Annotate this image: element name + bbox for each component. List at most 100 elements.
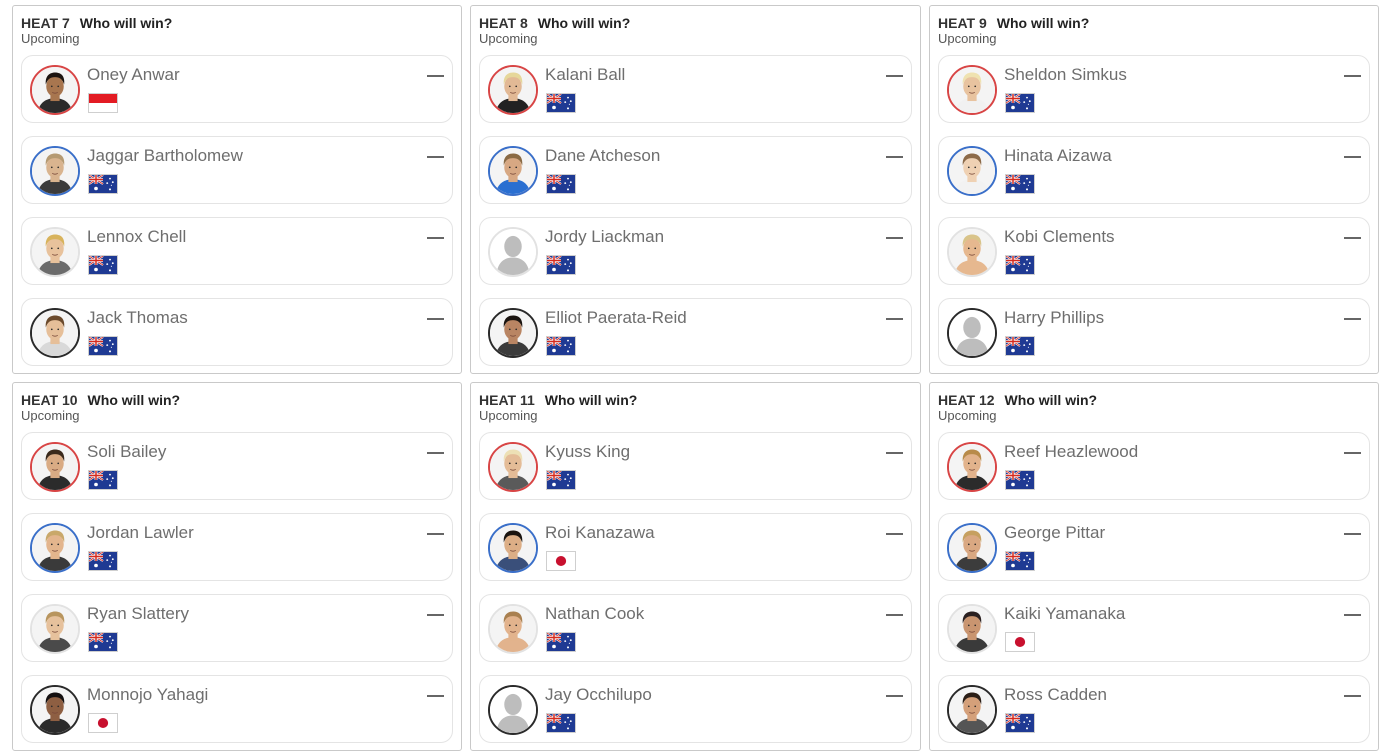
surfer-avatar [488, 604, 538, 654]
surfer-pick-option[interactable]: Jay Occhilupo [479, 675, 912, 743]
surfer-name: Nathan Cook [545, 604, 645, 623]
surfer-pick-option[interactable]: Dane Atcheson [479, 136, 912, 204]
surfer-avatar [947, 523, 997, 573]
heat-question: Who will win? [537, 15, 631, 31]
surfer-avatar [30, 442, 80, 492]
surfer-name: Monnojo Yahagi [87, 685, 209, 704]
heat-status: Upcoming [21, 31, 80, 46]
heat-card: HEAT 7 Who will win? Upcoming Oney Anwar Jag… [12, 5, 462, 374]
australia-flag-icon [546, 632, 576, 652]
em-dash-icon [427, 695, 444, 697]
surfer-pick-option[interactable]: Jordy Liackman [479, 217, 912, 285]
australia-flag-icon [88, 470, 118, 490]
surfer-pick-option[interactable]: George Pittar [938, 513, 1370, 581]
heat-card: HEAT 8 Who will win? Upcoming Kalani Ball Da… [470, 5, 921, 374]
em-dash-icon [886, 614, 903, 616]
surfer-pick-option[interactable]: Elliot Paerata-Reid [479, 298, 912, 366]
surfer-pick-option[interactable]: Kyuss King [479, 432, 912, 500]
heat-card: HEAT 10 Who will win? Upcoming Soli Bailey J… [12, 382, 462, 751]
japan-flag-icon [88, 713, 118, 733]
heat-question: Who will win? [87, 392, 181, 408]
em-dash-icon [1344, 156, 1361, 158]
heat-header: HEAT 12 Who will win? Upcoming [938, 392, 1370, 432]
heat-title-line: HEAT 10 Who will win? [21, 392, 453, 408]
heat-question: Who will win? [79, 15, 173, 31]
japan-flag-icon [1005, 632, 1035, 652]
heat-card: HEAT 9 Who will win? Upcoming Sheldon Simku… [929, 5, 1379, 374]
em-dash-icon [427, 318, 444, 320]
heat-title: HEAT 7 [21, 15, 70, 31]
surfer-pick-option[interactable]: Ryan Slattery [21, 594, 453, 662]
surfer-avatar [488, 146, 538, 196]
surfer-avatar [947, 146, 997, 196]
heat-status: Upcoming [938, 31, 997, 46]
em-dash-icon [427, 237, 444, 239]
surfer-pick-option[interactable]: Nathan Cook [479, 594, 912, 662]
em-dash-icon [886, 237, 903, 239]
australia-flag-icon [88, 336, 118, 356]
surfer-pick-option[interactable]: Sheldon Simkus [938, 55, 1370, 123]
surfer-avatar [947, 685, 997, 735]
australia-flag-icon [546, 174, 576, 194]
surfer-pick-option[interactable]: Reef Heazlewood [938, 432, 1370, 500]
surfer-name: Jack Thomas [87, 308, 188, 327]
surfer-pick-option[interactable]: Soli Bailey [21, 432, 453, 500]
surfer-pick-option[interactable]: Hinata Aizawa [938, 136, 1370, 204]
surfer-avatar [30, 685, 80, 735]
em-dash-icon [427, 614, 444, 616]
australia-flag-icon [88, 174, 118, 194]
heat-header: HEAT 10 Who will win? Upcoming [21, 392, 453, 432]
em-dash-icon [1344, 318, 1361, 320]
heat-title: HEAT 11 [479, 392, 535, 408]
heat-header: HEAT 8 Who will win? Upcoming [479, 15, 912, 55]
surfer-pick-option[interactable]: Kobi Clements [938, 217, 1370, 285]
surfer-pick-option[interactable]: Oney Anwar [21, 55, 453, 123]
surfer-pick-option[interactable]: Lennox Chell [21, 217, 453, 285]
australia-flag-icon [1005, 174, 1035, 194]
em-dash-icon [886, 318, 903, 320]
heat-title-line: HEAT 11 Who will win? [479, 392, 912, 408]
surfer-avatar [488, 523, 538, 573]
heat-title-line: HEAT 9 Who will win? [938, 15, 1370, 31]
surfer-pick-option[interactable]: Jordan Lawler [21, 513, 453, 581]
em-dash-icon [1344, 237, 1361, 239]
heat-status: Upcoming [479, 31, 538, 46]
australia-flag-icon [88, 632, 118, 652]
surfer-name: Elliot Paerata-Reid [545, 308, 687, 327]
surfer-pick-option[interactable]: Roi Kanazawa [479, 513, 912, 581]
surfer-name: Kobi Clements [1004, 227, 1115, 246]
australia-flag-icon [88, 551, 118, 571]
surfer-avatar [488, 65, 538, 115]
surfer-name: Dane Atcheson [545, 146, 661, 165]
surfer-pick-option[interactable]: Harry Phillips [938, 298, 1370, 366]
surfer-name: Sheldon Simkus [1004, 65, 1127, 84]
heat-status: Upcoming [479, 408, 538, 423]
surfer-pick-option[interactable]: Kaiki Yamanaka [938, 594, 1370, 662]
em-dash-icon [886, 533, 903, 535]
em-dash-icon [427, 156, 444, 158]
surfer-name: George Pittar [1004, 523, 1106, 542]
australia-flag-icon [1005, 336, 1035, 356]
surfer-name: Kalani Ball [545, 65, 626, 84]
australia-flag-icon [546, 336, 576, 356]
surfer-pick-option[interactable]: Monnojo Yahagi [21, 675, 453, 743]
surfer-pick-option[interactable]: Kalani Ball [479, 55, 912, 123]
surfer-name: Roi Kanazawa [545, 523, 655, 542]
heat-card: HEAT 11 Who will win? Upcoming Kyuss King Ro… [470, 382, 921, 751]
australia-flag-icon [546, 93, 576, 113]
surfer-pick-option[interactable]: Jack Thomas [21, 298, 453, 366]
surfer-name: Jaggar Bartholomew [87, 146, 243, 165]
em-dash-icon [886, 452, 903, 454]
surfer-name: Jordy Liackman [545, 227, 665, 246]
em-dash-icon [886, 695, 903, 697]
em-dash-icon [1344, 452, 1361, 454]
surfer-avatar [30, 65, 80, 115]
heat-question: Who will win? [996, 15, 1090, 31]
surfer-pick-option[interactable]: Jaggar Bartholomew [21, 136, 453, 204]
placeholder-avatar-icon [488, 685, 538, 735]
em-dash-icon [886, 75, 903, 77]
surfer-avatar [30, 227, 80, 277]
surfer-pick-option[interactable]: Ross Cadden [938, 675, 1370, 743]
em-dash-icon [427, 75, 444, 77]
surfer-name: Ross Cadden [1004, 685, 1108, 704]
